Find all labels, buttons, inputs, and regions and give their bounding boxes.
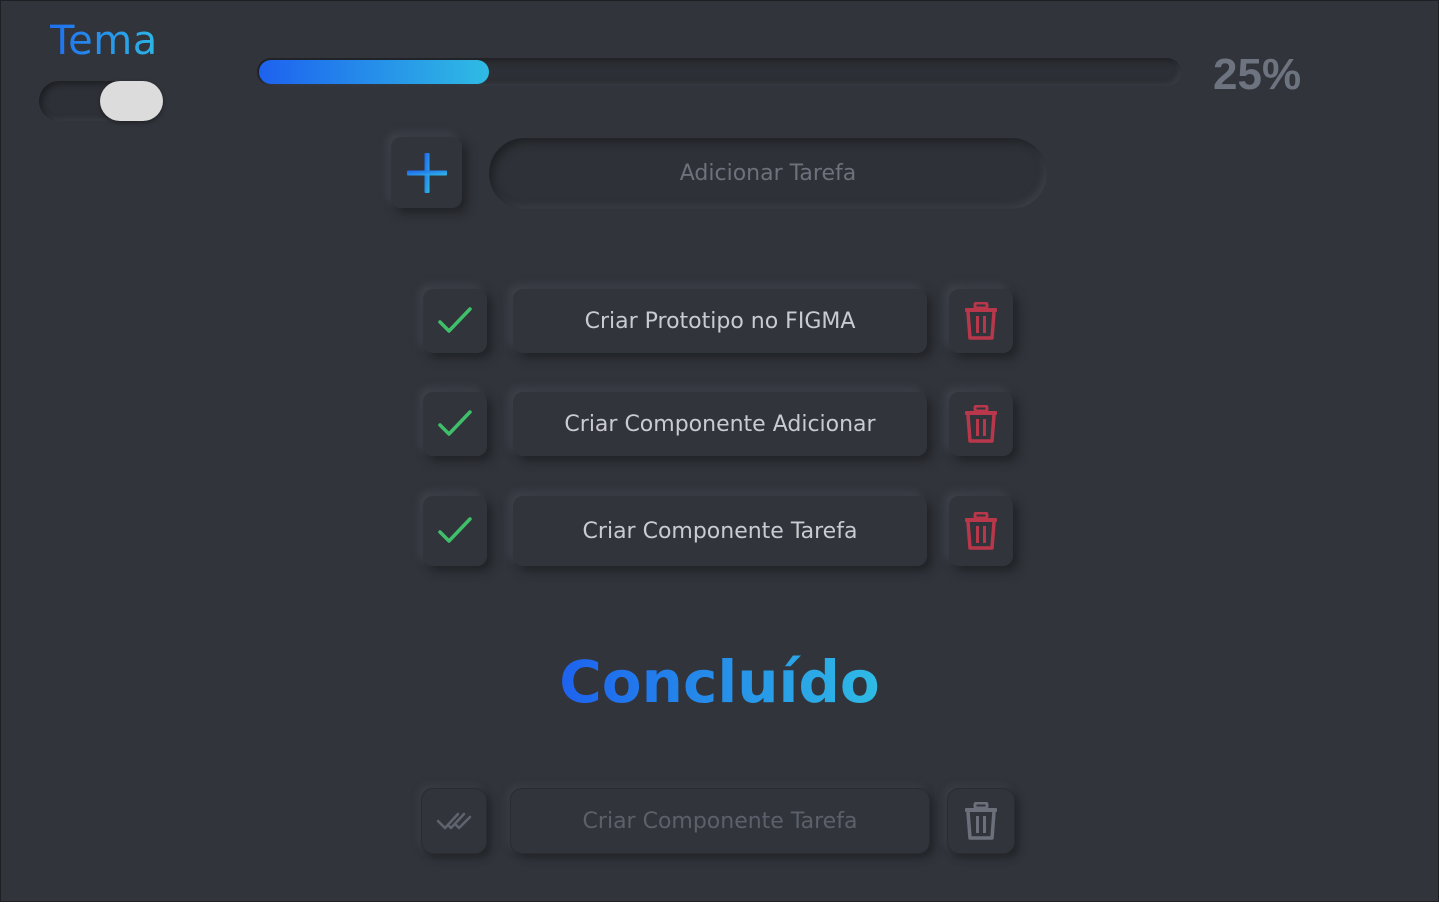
theme-toggle-knob[interactable] (100, 81, 163, 121)
task-row: Criar Componente Tarefa (0, 496, 1439, 568)
progress-bar (257, 58, 1181, 86)
task-label: Criar Componente Adicionar (513, 392, 927, 456)
task-label: Criar Componente Tarefa (513, 496, 927, 566)
complete-task-button[interactable] (423, 496, 487, 566)
add-task-input[interactable] (489, 138, 1047, 209)
trash-icon (965, 802, 997, 840)
progress-percent-label: 25% (1213, 50, 1302, 99)
plus-icon (406, 152, 447, 193)
task-row: Criar Prototipo no FIGMA (0, 289, 1439, 361)
delete-task-button[interactable] (949, 289, 1013, 353)
delete-task-button[interactable] (949, 496, 1013, 566)
theme-title: Tema (50, 18, 158, 64)
add-task-button[interactable] (391, 137, 462, 208)
theme-toggle[interactable] (39, 81, 163, 121)
check-icon (438, 410, 472, 436)
uncomplete-task-button[interactable] (421, 788, 487, 854)
trash-icon (965, 405, 997, 443)
double-check-icon (436, 812, 472, 830)
complete-task-button[interactable] (423, 289, 487, 353)
progress-fill (259, 60, 489, 84)
delete-task-button[interactable] (949, 392, 1013, 456)
task-label: Criar Prototipo no FIGMA (513, 289, 927, 353)
completed-task-label: Criar Componente Tarefa (510, 788, 930, 854)
trash-icon (965, 512, 997, 550)
task-row: Criar Componente Adicionar (0, 392, 1439, 464)
completed-section-title: Concluído (0, 648, 1439, 716)
check-icon (438, 307, 472, 333)
delete-completed-task-button[interactable] (947, 788, 1015, 854)
completed-section-title-text: Concluído (559, 648, 880, 716)
check-icon (438, 517, 472, 543)
trash-icon (965, 302, 997, 340)
complete-task-button[interactable] (423, 392, 487, 456)
completed-task-row: Criar Componente Tarefa (0, 788, 1439, 860)
